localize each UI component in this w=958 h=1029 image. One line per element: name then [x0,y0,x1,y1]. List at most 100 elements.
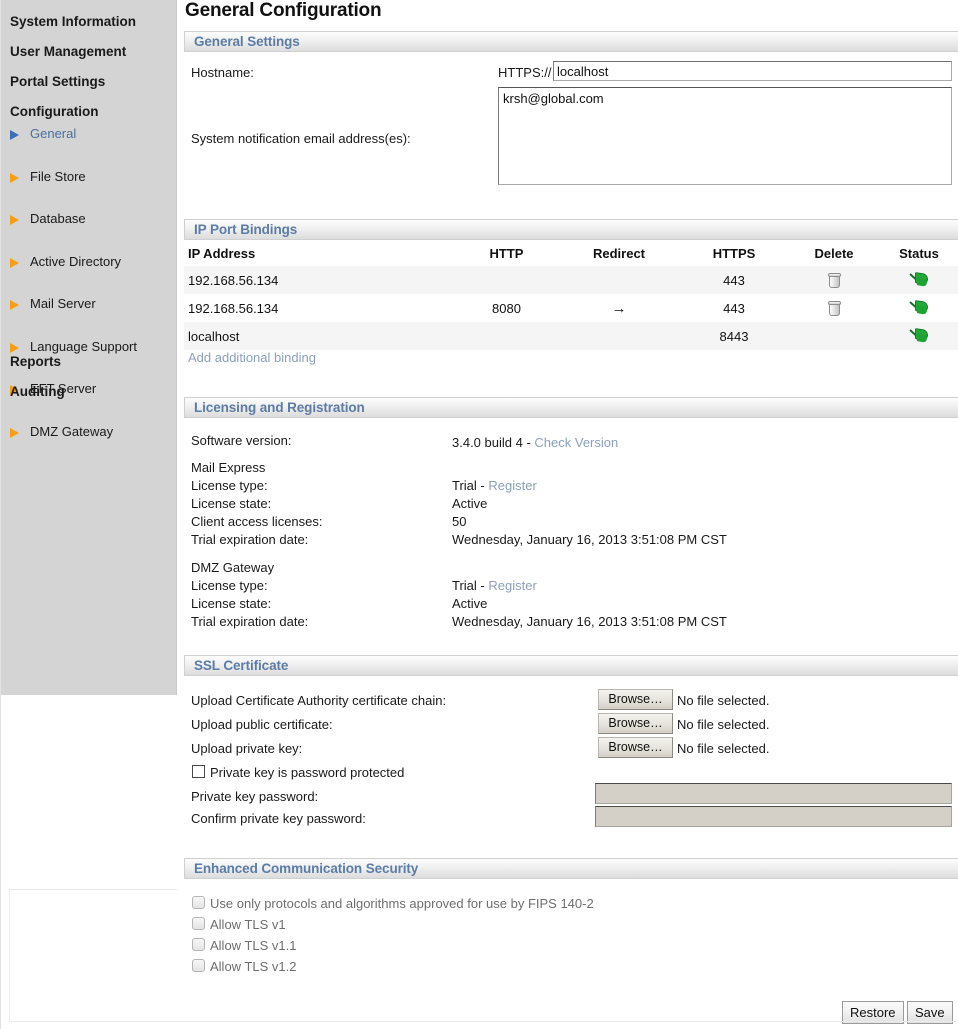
sidebar-item-reports[interactable]: Reports [1,354,61,369]
sidebar-item-user-management[interactable]: User Management [1,44,126,59]
private-key-password-label: Private key password: [191,789,319,804]
section-header-enhanced-security: Enhanced Communication Security [184,858,958,879]
sidebar-item-label: Language Support [30,339,137,354]
product-name-dmz-gateway: DMZ Gateway [191,560,275,575]
main-content: General Configuration General Settings H… [177,0,958,1029]
sidebar-item-dmz-gateway[interactable]: DMZ Gateway [1,424,176,439]
cell-ip-address: localhost [184,322,454,350]
hostname-label: Hostname: [191,65,254,80]
cell-ip-address: 192.168.56.134 [184,266,454,294]
add-additional-binding-link[interactable]: Add additional binding [188,350,316,365]
browse-public-cert-button[interactable]: Browse… [598,713,673,734]
browse-private-key-button[interactable]: Browse… [598,737,673,758]
cell-http [454,266,559,294]
register-link[interactable]: Register [488,578,536,593]
allow-tls-v11-checkbox[interactable] [192,938,205,951]
cell-https: 8443 [679,322,789,350]
allow-tls-v11-label: Allow TLS v1.1 [210,938,297,953]
triangle-right-icon [10,130,19,140]
column-header-status: Status [899,246,939,261]
sidebar-item-mail-server[interactable]: Mail Server [1,296,176,311]
section-title: IP Port Bindings [194,222,298,237]
license-type-value: Trial - Register [452,578,537,593]
license-type-label: License type: [191,478,268,493]
separator: - [476,578,489,593]
sidebar-item-label: Active Directory [30,254,122,269]
cell-delete[interactable] [789,294,879,322]
green-flag-icon [909,271,929,289]
sidebar-item-database[interactable]: Database [1,211,176,226]
product-name-mail-express: Mail Express [191,460,266,475]
section-header-general-settings: General Settings [184,31,958,52]
private-key-password-protected-checkbox[interactable] [192,765,205,778]
check-version-link[interactable]: Check Version [534,435,618,450]
sidebar-item-system-information[interactable]: System Information [1,14,136,29]
license-type-label: License type: [191,578,268,593]
column-header-https: HTTPS [712,246,756,261]
column-header-ip-address: IP Address [188,246,256,261]
cell-delete [789,322,879,350]
cell-status [879,266,958,294]
sidebar-item-active-directory[interactable]: Active Directory [1,254,176,269]
trash-icon[interactable] [827,301,841,317]
table-row: 192.168.56.134 443 [184,266,958,294]
sidebar-item-label: Reports [10,354,62,369]
public-cert-file-status: No file selected. [677,717,770,732]
triangle-right-icon [10,300,19,310]
separator: - [522,435,535,450]
sidebar-item-portal-settings[interactable]: Portal Settings [1,74,105,89]
upload-ca-chain-label: Upload Certificate Authority certificate… [191,693,447,708]
notification-email-label: System notification email address(es): [191,131,411,146]
cell-https: 443 [679,294,789,322]
cell-status [879,294,958,322]
cell-redirect [559,266,679,294]
sidebar-item-language-support[interactable]: Language Support [1,339,176,354]
table-row: localhost 8443 [184,322,958,350]
triangle-right-icon [10,258,19,268]
cell-http [454,322,559,350]
section-header-ip-port-bindings: IP Port Bindings [184,219,958,240]
notification-email-textarea[interactable] [498,87,952,185]
confirm-private-key-password-field [595,806,952,827]
license-state-value: Active [452,496,488,511]
allow-tls-v1-checkbox[interactable] [192,917,205,930]
cell-delete[interactable] [789,266,879,294]
trial-expiration-value: Wednesday, January 16, 2013 3:51:08 PM C… [452,614,727,629]
license-state-label: License state: [191,496,272,511]
sidebar-item-general[interactable]: General [1,126,176,141]
sidebar-item-label: Configuration [10,104,99,119]
table-header-row: IP Address HTTP Redirect HTTPS Delete St… [184,245,958,266]
ip-port-bindings-table: IP Address HTTP Redirect HTTPS Delete St… [184,245,958,350]
sidebar-item-label: Portal Settings [10,74,106,89]
upload-private-key-label: Upload private key: [191,741,303,756]
sidebar-item-file-store[interactable]: File Store [1,169,176,184]
cell-https: 443 [679,266,789,294]
hostname-protocol-label: HTTPS:// [498,65,552,80]
software-version-number: 3.4.0 build 4 [452,435,523,450]
hostname-input[interactable] [553,61,952,81]
register-link[interactable]: Register [488,478,536,493]
license-type-text: Trial [452,578,477,593]
allow-tls-v12-checkbox[interactable] [192,959,205,972]
sidebar-item-label: General [30,126,77,141]
column-header-http: HTTP [489,246,524,261]
trash-icon[interactable] [827,273,841,289]
sidebar: System Information User Management Porta… [1,0,177,695]
section-title: General Settings [194,34,300,49]
sidebar-item-configuration[interactable]: Configuration [1,104,98,119]
sidebar-item-label: DMZ Gateway [30,424,114,439]
private-key-password-protected-label: Private key is password protected [210,765,405,780]
sidebar-item-label: Mail Server [30,296,96,311]
sidebar-item-label: Auditing [10,384,65,399]
triangle-right-icon [10,343,19,353]
triangle-right-icon [10,173,19,183]
fips-140-2-checkbox[interactable] [192,896,205,909]
sidebar-item-auditing[interactable]: Auditing [1,384,65,399]
private-key-file-status: No file selected. [677,741,770,756]
divider [9,889,177,890]
sidebar-item-label: System Information [10,14,137,29]
section-title: Licensing and Registration [194,400,365,415]
software-version-label: Software version: [191,433,292,448]
browse-ca-chain-button[interactable]: Browse… [598,689,673,710]
cell-http: 8080 [454,294,559,322]
